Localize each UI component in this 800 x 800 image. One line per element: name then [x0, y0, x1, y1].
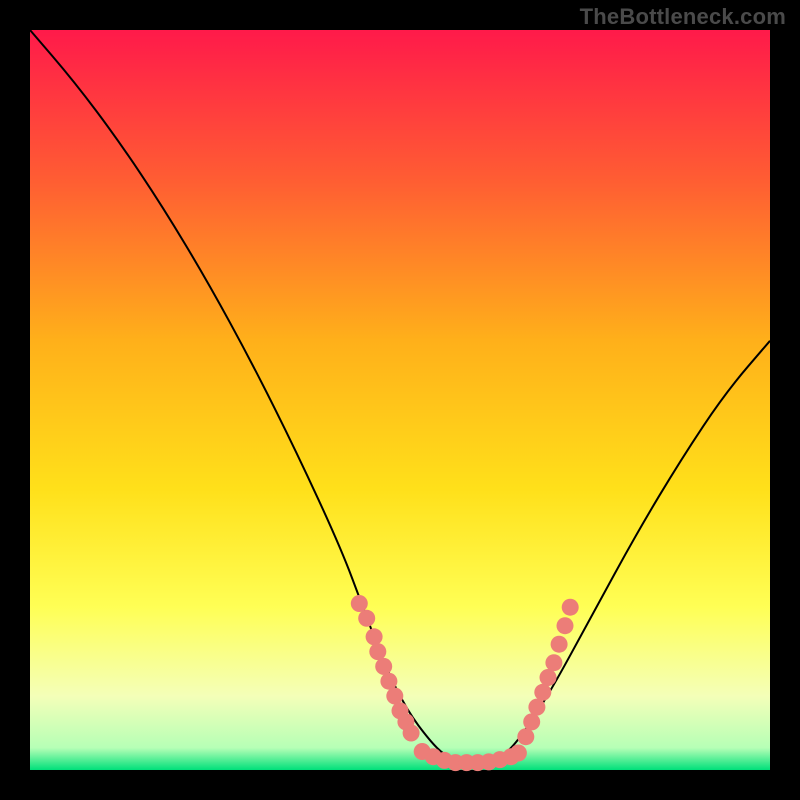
data-point: [403, 725, 420, 742]
data-point: [380, 673, 397, 690]
data-point: [562, 599, 579, 616]
data-point: [358, 610, 375, 627]
data-point: [540, 669, 557, 686]
data-point: [523, 713, 540, 730]
chart-overlay: [0, 0, 800, 800]
data-point: [545, 654, 562, 671]
bottleneck-curve: [30, 30, 770, 762]
chart-frame: TheBottleneck.com: [0, 0, 800, 800]
curve-path: [30, 30, 770, 762]
data-point: [551, 636, 568, 653]
data-point: [534, 684, 551, 701]
data-point-markers: [351, 595, 579, 771]
data-point: [375, 658, 392, 675]
data-point: [351, 595, 368, 612]
data-point: [510, 745, 527, 762]
watermark-text: TheBottleneck.com: [580, 4, 786, 30]
data-point: [366, 628, 383, 645]
data-point: [528, 699, 545, 716]
data-point: [369, 643, 386, 660]
data-point: [517, 728, 534, 745]
data-point: [557, 617, 574, 634]
data-point: [386, 688, 403, 705]
